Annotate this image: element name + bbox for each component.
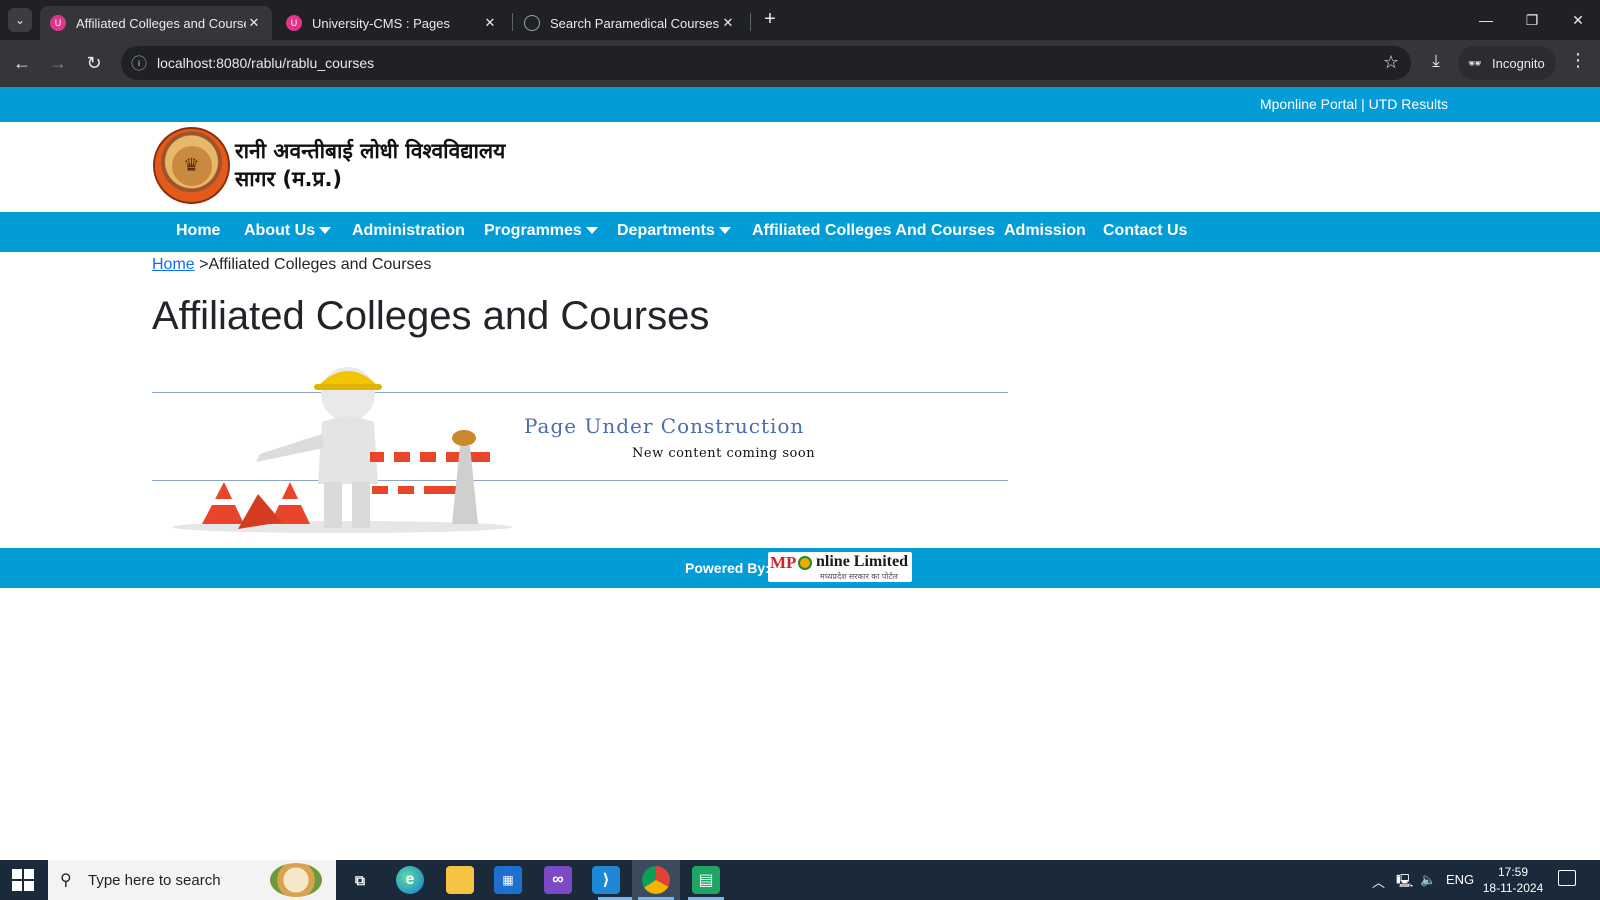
- taskbar-search-placeholder: Type here to search: [88, 872, 221, 889]
- site-header: ♛ रानी अवन्तीबाई लोधी विश्वविद्यालय सागर…: [0, 122, 1600, 212]
- nav-administration[interactable]: Administration: [352, 222, 465, 240]
- breadcrumb-current: Affiliated Colleges and Courses: [208, 256, 432, 273]
- university-name-line2: सागर (म.प्र.): [235, 167, 343, 191]
- clock-date: 18-11-2024: [1482, 881, 1544, 895]
- nav-about-us-label: About Us: [244, 222, 316, 239]
- forward-arrow-icon[interactable]: →: [46, 51, 70, 75]
- clock-time: 17:59: [1497, 865, 1529, 879]
- reload-icon[interactable]: ↻: [82, 51, 106, 75]
- vscode-icon[interactable]: ⟩: [592, 866, 620, 894]
- system-clock[interactable]: 17:59 18-11-2024: [1478, 864, 1548, 896]
- browser-toolbar: ← → ↻ i localhost:8080/rablu/rablu_cours…: [0, 40, 1600, 87]
- browser-menu-icon[interactable]: ⋮: [1568, 50, 1588, 71]
- network-icon[interactable]: 🖳: [1396, 872, 1413, 894]
- close-window-icon[interactable]: ✕: [1562, 8, 1594, 32]
- tab-affiliated-colleges[interactable]: U Affiliated Colleges and Courses ✕: [40, 6, 272, 40]
- task-view-icon[interactable]: ⧉: [346, 866, 374, 894]
- site-topbar: Mponline Portal | UTD Results: [0, 87, 1600, 122]
- caret-down-icon: [718, 227, 731, 235]
- tab-title: University-CMS : Pages: [312, 15, 450, 31]
- close-tab-icon[interactable]: ✕: [482, 15, 498, 31]
- nav-departments[interactable]: Departments: [617, 222, 731, 240]
- back-arrow-icon[interactable]: ←: [10, 51, 34, 75]
- microsoft-store-icon[interactable]: ▦: [494, 866, 522, 894]
- browser-tabstrip: ⌄ U Affiliated Colleges and Courses ✕ U …: [0, 0, 1600, 40]
- edge-browser-icon[interactable]: e: [396, 866, 424, 894]
- nav-programmes-label: Programmes: [484, 222, 582, 239]
- breadcrumb-home-link[interactable]: Home: [152, 256, 195, 273]
- new-tab-plus-icon[interactable]: +: [758, 8, 782, 32]
- under-construction-banner: Page Under Construction New content comi…: [152, 364, 1008, 534]
- tab-university-cms[interactable]: U University-CMS : Pages ✕: [276, 6, 508, 40]
- taskbar-search-box[interactable]: ⚲ Type here to search: [48, 860, 336, 900]
- chrome-icon[interactable]: [642, 866, 670, 894]
- tab-title: Affiliated Colleges and Courses: [76, 15, 246, 31]
- mponline-logo-text: nline Limited: [816, 553, 909, 570]
- search-icon: ⚲: [60, 872, 72, 889]
- mponline-logo-tagline: मध्यप्रदेश सरकार का पोर्टल: [820, 572, 898, 581]
- file-explorer-icon[interactable]: [446, 866, 474, 894]
- university-name: रानी अवन्तीबाई लोधी विश्वविद्यालय सागर (…: [235, 137, 505, 193]
- language-indicator[interactable]: ENG: [1446, 872, 1474, 887]
- notification-center-icon[interactable]: [1558, 870, 1576, 886]
- construction-worker-illustration: [172, 367, 512, 533]
- caret-down-icon: [585, 227, 598, 235]
- show-hidden-icons-chevron-icon[interactable]: ︿: [1372, 872, 1385, 891]
- volume-icon[interactable]: 🔈: [1420, 872, 1436, 888]
- mponline-logo[interactable]: MP nline Limited मध्यप्रदेश सरकार का पोर…: [768, 552, 912, 582]
- main-navigation: Home About Us Administration Programmes …: [0, 212, 1600, 252]
- windows-taskbar: ⚲ Type here to search ⧉ e ▦ ∞ ⟩ ▤ ︿ 🖳 🔈 …: [0, 860, 1600, 900]
- university-name-line1: रानी अवन्तीबाई लोधी विश्वविद्यालय: [235, 139, 506, 163]
- under-construction-title: Page Under Construction: [524, 414, 805, 438]
- nav-home[interactable]: Home: [176, 222, 220, 240]
- windows-start-icon[interactable]: [10, 868, 38, 892]
- close-tab-icon[interactable]: ✕: [246, 15, 262, 31]
- queen-emblem-icon: ♛: [171, 145, 212, 186]
- tab-search-dropdown-icon[interactable]: ⌄: [8, 8, 32, 32]
- nav-departments-label: Departments: [617, 222, 715, 239]
- nav-about-us[interactable]: About Us: [244, 222, 332, 240]
- university-favicon-icon: U: [50, 15, 66, 31]
- caret-down-icon: [319, 227, 332, 235]
- nav-affiliated-colleges[interactable]: Affiliated Colleges And Courses: [752, 222, 995, 240]
- page-title: Affiliated Colleges and Courses: [152, 294, 710, 338]
- mponline-logo-mp: MP: [770, 553, 797, 572]
- tab-title: Search Paramedical Courses: [550, 15, 720, 31]
- under-construction-subtitle: New content coming soon: [632, 446, 816, 461]
- breadcrumb: Home >Affiliated Colleges and Courses: [152, 256, 431, 274]
- close-tab-icon[interactable]: ✕: [720, 15, 736, 31]
- incognito-badge[interactable]: 🕶 Incognito: [1458, 46, 1556, 80]
- url-text[interactable]: localhost:8080/rablu/rablu_courses: [157, 55, 374, 71]
- university-logo[interactable]: ♛: [153, 127, 230, 204]
- visual-studio-icon[interactable]: ∞: [544, 866, 572, 894]
- globe-icon: [524, 15, 540, 31]
- incognito-icon: 🕶: [1468, 58, 1482, 70]
- nav-programmes[interactable]: Programmes: [484, 222, 598, 240]
- nav-admission[interactable]: Admission: [1004, 222, 1086, 240]
- site-footer: Powered By: MP nline Limited मध्यप्रदेश …: [0, 548, 1600, 588]
- address-bar[interactable]: i localhost:8080/rablu/rablu_courses ☆: [121, 46, 1411, 80]
- restore-icon[interactable]: ❐: [1516, 8, 1548, 32]
- bookmark-star-icon[interactable]: ☆: [1383, 52, 1399, 73]
- tab-separator: [750, 13, 751, 31]
- mponline-logo-o-icon: [798, 556, 812, 570]
- site-info-icon[interactable]: i: [131, 55, 147, 71]
- powered-by-label: Powered By:: [685, 560, 770, 576]
- search-highlight-image: [270, 863, 322, 897]
- top-links[interactable]: Mponline Portal | UTD Results: [1260, 96, 1448, 112]
- tab-separator: [512, 13, 513, 31]
- spreadsheet-icon[interactable]: ▤: [692, 866, 720, 894]
- minimize-icon[interactable]: —: [1470, 8, 1502, 32]
- university-favicon-icon: U: [286, 15, 302, 31]
- nav-contact-us[interactable]: Contact Us: [1103, 222, 1187, 240]
- download-icon[interactable]: ⤓: [1424, 51, 1448, 75]
- tab-search-paramedical[interactable]: Search Paramedical Courses ✕: [514, 6, 746, 40]
- incognito-label: Incognito: [1492, 55, 1545, 71]
